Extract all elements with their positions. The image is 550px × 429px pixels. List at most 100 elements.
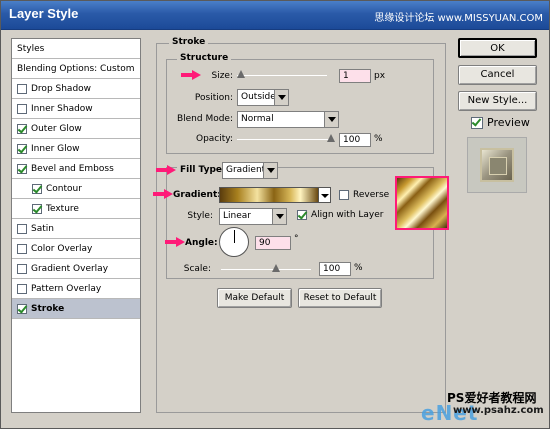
- style-item-checkbox[interactable]: [17, 163, 27, 174]
- style-item-label: Stroke: [31, 303, 65, 314]
- angle-label: Angle:: [185, 238, 218, 248]
- style-item-label: Styles: [17, 43, 45, 54]
- style-select[interactable]: Linear: [219, 208, 287, 225]
- size-input[interactable]: 1: [339, 69, 371, 83]
- preview-checkbox[interactable]: [471, 117, 483, 129]
- watermark-line2: www.psahz.com: [453, 405, 544, 416]
- style-item-checkbox[interactable]: [17, 143, 27, 154]
- preview-label: Preview: [487, 116, 530, 129]
- style-item-label: Texture: [46, 203, 79, 214]
- style-item-stroke[interactable]: Stroke: [12, 299, 140, 319]
- title-bar[interactable]: Layer Style 思缘设计论坛 www.MISSYUAN.COM: [1, 1, 549, 30]
- ok-button[interactable]: OK: [458, 38, 537, 58]
- style-item-contour[interactable]: Contour: [12, 179, 140, 199]
- style-item-styles[interactable]: Styles: [12, 39, 140, 59]
- style-item-label: Blending Options: Custom: [17, 63, 135, 74]
- reverse-checkbox[interactable]: [339, 190, 349, 200]
- style-item-inner-glow[interactable]: Inner Glow: [12, 139, 140, 159]
- style-item-label: Bevel and Emboss: [31, 163, 114, 174]
- style-item-label: Pattern Overlay: [31, 283, 102, 294]
- style-label: Style:: [187, 211, 213, 221]
- style-item-checkbox[interactable]: [17, 83, 27, 94]
- angle-pointer-arrow: [165, 237, 187, 247]
- fill-type-pointer-arrow: [156, 165, 178, 175]
- style-item-texture[interactable]: Texture: [12, 199, 140, 219]
- scale-label: Scale:: [183, 264, 211, 274]
- reset-to-default-button[interactable]: Reset to Default: [298, 288, 382, 308]
- style-item-outer-glow[interactable]: Outer Glow: [12, 119, 140, 139]
- style-item-gradient-overlay[interactable]: Gradient Overlay: [12, 259, 140, 279]
- angle-dial-needle: [234, 230, 235, 243]
- style-item-color-overlay[interactable]: Color Overlay: [12, 239, 140, 259]
- fill-group: [166, 167, 434, 279]
- stroke-section-title: Stroke: [169, 37, 209, 47]
- style-item-checkbox[interactable]: [32, 203, 42, 214]
- blend-mode-label: Blend Mode:: [176, 114, 233, 124]
- style-item-label: Gradient Overlay: [31, 263, 109, 274]
- style-item-drop-shadow[interactable]: Drop Shadow: [12, 79, 140, 99]
- style-item-bevel-and-emboss[interactable]: Bevel and Emboss: [12, 159, 140, 179]
- blend-mode-select[interactable]: Normal: [237, 111, 339, 128]
- style-item-satin[interactable]: Satin: [12, 219, 140, 239]
- style-item-label: Satin: [31, 223, 54, 234]
- align-with-layer-checkbox[interactable]: [297, 210, 307, 220]
- style-item-label: Inner Glow: [31, 143, 80, 154]
- position-select[interactable]: Outside: [237, 89, 289, 106]
- chevron-down-icon: [274, 90, 288, 105]
- preview-tile-icon: [480, 148, 514, 182]
- gradient-label: Gradient:: [173, 190, 221, 200]
- blend-mode-value: Normal: [241, 114, 274, 124]
- size-unit: px: [374, 71, 386, 81]
- align-with-layer-label: Align with Layer: [311, 210, 384, 220]
- watermark-top: 思缘设计论坛 www.MISSYUAN.COM: [374, 13, 543, 24]
- size-slider-thumb[interactable]: [237, 70, 245, 78]
- angle-dial[interactable]: [219, 227, 249, 257]
- size-slider-track[interactable]: [237, 75, 327, 76]
- chevron-down-icon: [324, 112, 338, 127]
- new-style-button[interactable]: New Style...: [458, 91, 537, 111]
- style-item-checkbox[interactable]: [17, 263, 27, 274]
- size-label: Size:: [211, 71, 233, 81]
- style-item-checkbox[interactable]: [32, 183, 42, 194]
- fill-type-select[interactable]: Gradient: [222, 162, 278, 179]
- position-value: Outside: [241, 92, 276, 102]
- style-item-blending-options-custom[interactable]: Blending Options: Custom: [12, 59, 140, 79]
- opacity-unit: %: [374, 134, 383, 144]
- scale-slider-track[interactable]: [221, 269, 311, 270]
- scale-input[interactable]: 100: [319, 262, 351, 276]
- style-item-label: Outer Glow: [31, 123, 82, 134]
- style-item-inner-shadow[interactable]: Inner Shadow: [12, 99, 140, 119]
- angle-input[interactable]: 90: [255, 236, 291, 250]
- structure-section-title: Structure: [177, 53, 232, 63]
- angle-unit: °: [294, 234, 299, 244]
- gradient-pointer-arrow: [153, 189, 175, 199]
- gradient-swatch[interactable]: [219, 187, 319, 203]
- chevron-down-icon: [263, 163, 277, 178]
- fill-type-label: Fill Type:: [177, 165, 229, 175]
- style-item-checkbox[interactable]: [17, 223, 27, 234]
- make-default-button[interactable]: Make Default: [217, 288, 292, 308]
- style-item-checkbox[interactable]: [17, 303, 27, 314]
- opacity-slider-track[interactable]: [237, 139, 333, 140]
- style-item-checkbox[interactable]: [17, 243, 27, 254]
- style-item-pattern-overlay[interactable]: Pattern Overlay: [12, 279, 140, 299]
- cancel-button[interactable]: Cancel: [458, 65, 537, 85]
- gradient-dropdown-button[interactable]: [319, 187, 331, 203]
- window-title: Layer Style: [9, 6, 79, 21]
- gradient-preview-swatch: [395, 176, 449, 230]
- style-item-checkbox[interactable]: [17, 103, 27, 114]
- style-preview-thumbnail: [467, 137, 527, 193]
- scale-unit: %: [354, 263, 363, 273]
- style-item-checkbox[interactable]: [17, 123, 27, 134]
- style-value: Linear: [223, 211, 251, 221]
- opacity-slider-thumb[interactable]: [327, 134, 335, 142]
- opacity-input[interactable]: 100: [339, 133, 371, 147]
- opacity-label: Opacity:: [196, 134, 233, 144]
- position-label: Position:: [194, 93, 233, 103]
- chevron-down-icon: [272, 209, 286, 224]
- style-item-checkbox[interactable]: [17, 283, 27, 294]
- reverse-label: Reverse: [353, 190, 390, 200]
- style-item-label: Contour: [46, 183, 82, 194]
- scale-slider-thumb[interactable]: [272, 264, 280, 272]
- layer-style-dialog: Layer Style 思缘设计论坛 www.MISSYUAN.COM Styl…: [0, 0, 550, 429]
